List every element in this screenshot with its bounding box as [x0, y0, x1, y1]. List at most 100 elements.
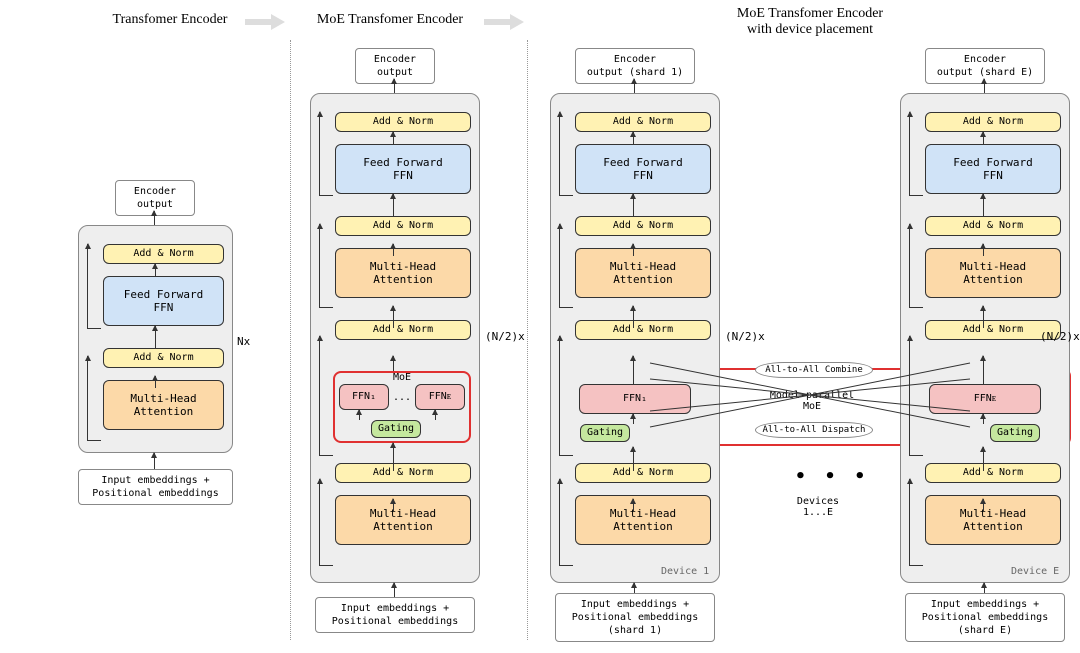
arrow — [983, 447, 984, 471]
gating-block: Gating — [990, 424, 1040, 442]
arrow — [155, 264, 156, 276]
residual — [319, 479, 333, 566]
ffn-block: Feed Forward FFN — [103, 276, 224, 326]
residual — [559, 224, 573, 308]
add-norm: Add & Norm — [335, 112, 471, 132]
n2x-label: (N/2)x — [485, 330, 525, 343]
add-norm: Add & Norm — [925, 112, 1061, 132]
arrow — [155, 326, 156, 348]
devices-1E-label: Devices 1...E — [793, 496, 843, 518]
add-norm: Add & Norm — [335, 463, 471, 483]
mha-block: Multi-Head Attention — [103, 380, 224, 430]
residual — [909, 336, 923, 456]
add-norm: Add & Norm — [925, 216, 1061, 236]
arrow — [634, 583, 635, 593]
mha-block: Multi-Head Attention — [575, 495, 711, 545]
add-norm: Add & Norm — [103, 348, 224, 368]
arrow — [633, 414, 634, 424]
arrow — [359, 410, 360, 420]
mha-block: Multi-Head Attention — [575, 248, 711, 298]
arrow — [983, 499, 984, 511]
arrow — [393, 306, 394, 328]
arrow-transition-1 — [245, 14, 285, 30]
residual — [559, 112, 573, 196]
arrow — [633, 244, 634, 256]
all-to-all-dispatch: All-to-All Dispatch — [755, 422, 873, 438]
mha-block: Multi-Head Attention — [925, 495, 1061, 545]
arrow — [633, 447, 634, 471]
arrow — [983, 244, 984, 256]
arrow — [983, 132, 984, 144]
arrow — [633, 132, 634, 144]
residual — [909, 224, 923, 308]
arrow — [394, 79, 395, 93]
devices-dots: • • • — [795, 466, 869, 487]
residual — [319, 224, 333, 308]
input-2: Input embeddings + Positional embeddings — [315, 597, 475, 633]
input-1: Input embeddings + Positional embeddings — [78, 469, 233, 505]
add-norm: Add & Norm — [575, 320, 711, 340]
device-1-tag: Device 1 — [661, 566, 709, 577]
arrow — [154, 453, 155, 469]
title-moe-device: MoE Transfomer Encoder with device place… — [680, 6, 940, 38]
mha-block: Multi-Head Attention — [925, 248, 1061, 298]
arrow — [154, 211, 155, 225]
encoder-2: Add & Norm Feed Forward FFN Add & Norm M… — [310, 93, 480, 583]
residual — [87, 356, 101, 441]
residual — [87, 244, 101, 329]
arrow — [393, 356, 394, 371]
arrow — [633, 194, 634, 216]
device-E-tag: Device E — [1011, 566, 1059, 577]
expert-ffn1: FFN₁ — [339, 384, 389, 410]
arrow — [984, 583, 985, 593]
arrow — [435, 410, 436, 420]
arrow — [984, 79, 985, 93]
add-norm: Add & Norm — [575, 463, 711, 483]
residual — [559, 479, 573, 566]
arrow — [983, 414, 984, 424]
arrow — [983, 306, 984, 328]
arrow-transition-2 — [484, 14, 524, 30]
residual — [559, 336, 573, 456]
arrow — [983, 356, 984, 384]
encoder-device-1: Add & Norm Feed Forward FFN Add & Norm M… — [550, 93, 720, 583]
arrow — [633, 356, 634, 384]
separator-1 — [290, 40, 291, 640]
arrow — [633, 499, 634, 511]
mha-block: Multi-Head Attention — [335, 495, 471, 545]
arrow — [634, 79, 635, 93]
ffn-block: Feed Forward FFN — [925, 144, 1061, 194]
nx-label: Nx — [237, 335, 250, 348]
add-norm: Add & Norm — [103, 244, 224, 264]
add-norm: Add & Norm — [575, 112, 711, 132]
arrow — [393, 443, 394, 471]
arrow — [393, 244, 394, 256]
arrow — [633, 306, 634, 328]
model-parallel-moe-label: Model-parallel MoE — [766, 390, 858, 412]
residual — [909, 112, 923, 196]
input-sE: Input embeddings + Positional embeddings… — [905, 593, 1065, 642]
input-s1: Input embeddings + Positional embeddings… — [555, 593, 715, 642]
residual — [319, 336, 333, 456]
gating-block: Gating — [580, 424, 630, 442]
expert-ffnE: FFNᴇ — [929, 384, 1041, 414]
residual — [319, 112, 333, 196]
expert-ellipsis: ... — [392, 392, 412, 403]
separator-2 — [527, 40, 528, 640]
title-moe-transformer: MoE Transfomer Encoder — [300, 12, 480, 28]
expert-ffnE: FFNᴇ — [415, 384, 465, 410]
add-norm: Add & Norm — [575, 216, 711, 236]
mha-block: Multi-Head Attention — [335, 248, 471, 298]
moe-label: MoE — [393, 372, 411, 383]
residual — [909, 479, 923, 566]
title-transformer: Transfomer Encoder — [95, 12, 245, 28]
arrow — [393, 132, 394, 144]
encoder-1: Add & Norm Feed Forward FFN Add & Norm M… — [78, 225, 233, 453]
add-norm: Add & Norm — [335, 320, 471, 340]
arrow — [983, 194, 984, 216]
ffn-block: Feed Forward FFN — [335, 144, 471, 194]
gating-block: Gating — [371, 420, 421, 438]
n2x-label-dE: (N/2)x — [1040, 330, 1080, 343]
add-norm: Add & Norm — [335, 216, 471, 236]
arrow — [393, 194, 394, 216]
